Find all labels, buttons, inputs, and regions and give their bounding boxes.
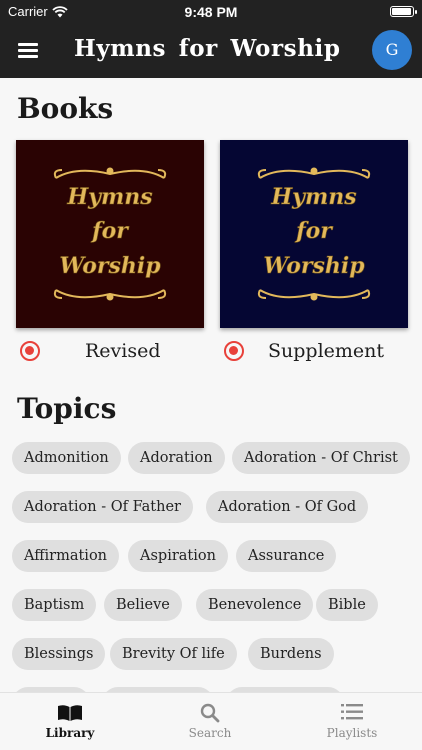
book-row-revised[interactable]: Revised [20, 340, 161, 362]
menu-icon-line [18, 55, 38, 58]
books-title: Books [17, 92, 114, 125]
search-icon [200, 703, 220, 723]
cover-word: Hymns [270, 184, 356, 210]
topic-chip[interactable]: Admonition [12, 442, 121, 474]
tab-label: Library [45, 726, 95, 740]
cover-word: Hymns [66, 184, 152, 210]
topic-chip[interactable]: Adoration [128, 442, 225, 474]
book-cover-supplement[interactable]: Hymns for Worship [220, 140, 408, 328]
topic-chip[interactable]: Affirmation [12, 540, 120, 572]
topic-chip[interactable]: Aspiration [128, 540, 228, 572]
cover-word: for [90, 218, 129, 244]
book-cover-art: Hymns for Worship [220, 140, 408, 328]
book-row-supplement[interactable]: Supplement [224, 340, 384, 362]
topics-title: Topics [17, 392, 117, 425]
cover-word: Worship [59, 253, 161, 279]
app-title: Hymns for Worship [74, 35, 341, 62]
tab-playlists[interactable]: Playlists [282, 693, 422, 750]
tab-library[interactable]: Library [0, 693, 140, 750]
radio-selected-icon[interactable] [20, 341, 40, 361]
book-cover-art: Hymns for Worship [16, 140, 204, 328]
topic-chip[interactable]: Believe [104, 589, 182, 621]
status-bar: Carrier 9:48 PM [0, 0, 422, 24]
topic-chip[interactable]: Bible [316, 589, 378, 621]
tab-search[interactable]: Search [140, 693, 280, 750]
avatar[interactable]: G [372, 30, 412, 70]
topic-chip[interactable]: Assurance [236, 540, 337, 572]
book-label-supplement: Supplement [268, 340, 385, 362]
app-bar: Hymns for Worship G [0, 24, 422, 78]
book-label-revised: Revised [85, 340, 161, 362]
status-time: 9:48 PM [184, 4, 238, 20]
library-content[interactable]: Books Hymns for Worship Revised Hymns fo… [0, 78, 422, 692]
menu-button[interactable] [16, 38, 42, 64]
topic-chip[interactable]: Adoration - Of Father [12, 491, 193, 523]
topic-chip[interactable]: Baptism [12, 589, 97, 621]
topic-chip[interactable]: Benevolence [196, 589, 314, 621]
battery-level [392, 8, 411, 15]
menu-icon-line [18, 49, 38, 52]
book-cover-revised[interactable]: Hymns for Worship [16, 140, 204, 328]
tab-bar: Library Search Playlists [0, 692, 422, 750]
menu-icon-line [18, 43, 38, 46]
topic-chip[interactable]: Brevity Of life [110, 638, 237, 670]
tab-label: Playlists [326, 726, 378, 740]
cover-word: for [294, 218, 333, 244]
radio-selected-icon[interactable] [224, 341, 244, 361]
tab-label: Search [188, 726, 232, 740]
cover-word: Worship [263, 253, 365, 279]
playlist-icon [341, 704, 363, 720]
topic-chip[interactable]: Adoration - Of God [206, 491, 369, 523]
topic-chip[interactable]: Blessings [12, 638, 106, 670]
topic-chip[interactable]: Burdens [248, 638, 334, 670]
battery-icon [390, 6, 417, 17]
topic-chip[interactable]: Adoration - Of Christ [232, 442, 410, 474]
book-icon [58, 705, 82, 721]
